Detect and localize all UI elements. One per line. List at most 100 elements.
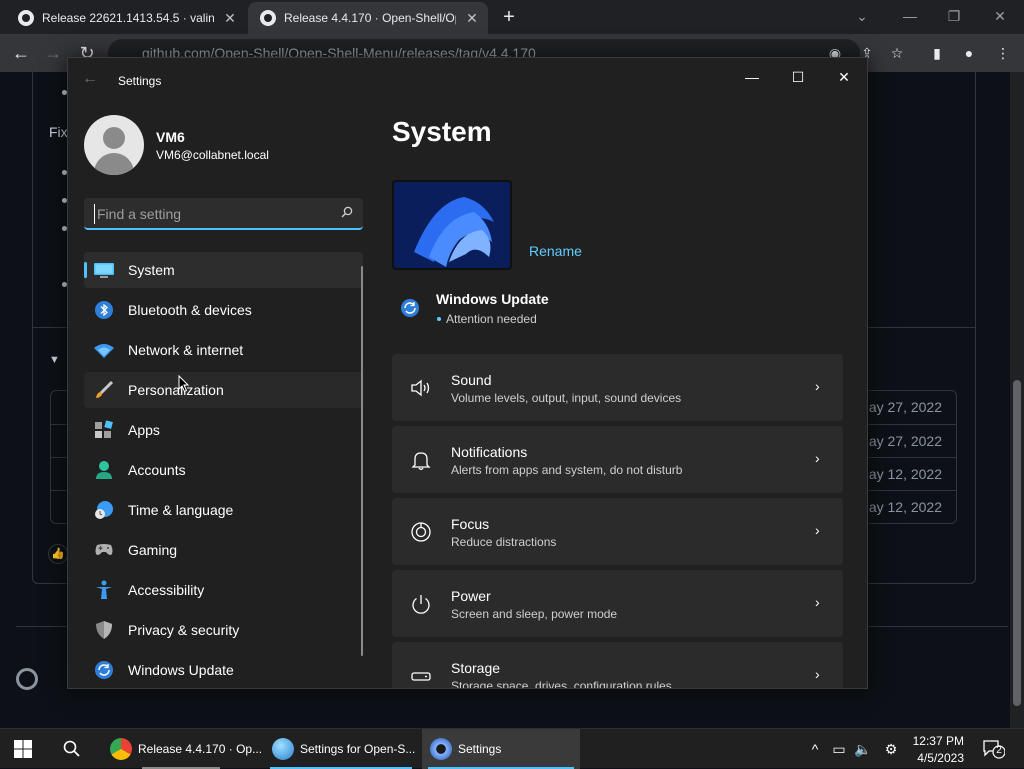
network-icon[interactable]: ▭ (830, 739, 848, 759)
gear-icon[interactable]: ⚙ (882, 739, 900, 759)
nav-label: Apps (128, 422, 160, 438)
taskbar: Release 4.4.170 · Op... Settings for Ope… (0, 728, 1024, 769)
sound-card[interactable]: Sound Volume levels, output, input, soun… (392, 354, 843, 421)
gamepad-icon (95, 544, 113, 555)
taskbar-item-chrome[interactable]: Release 4.4.170 · Op... (102, 729, 263, 769)
nav-label: Privacy & security (128, 622, 240, 638)
github-icon (18, 10, 34, 26)
bluetooth-icon (95, 301, 113, 319)
asset-date: May 12, 2022 (857, 466, 942, 482)
avatar[interactable] (84, 115, 144, 175)
taskbar-item-open-shell-settings[interactable]: Settings for Open-S... (264, 729, 418, 769)
notification-center-button[interactable]: 2 (983, 739, 1006, 759)
storage-icon (411, 672, 431, 681)
profile-icon[interactable]: ● (958, 42, 980, 64)
minimize-button[interactable]: — (729, 60, 775, 94)
minimize-button[interactable]: — (896, 4, 924, 28)
nav-label: Accessibility (128, 582, 205, 598)
open-shell-icon (272, 738, 294, 760)
update-icon (95, 661, 113, 679)
github-icon (260, 10, 276, 26)
power-icon (412, 595, 430, 614)
chevron-right-icon: › (815, 666, 820, 682)
search-icon[interactable] (62, 739, 82, 759)
restore-button[interactable]: ❐ (940, 4, 968, 28)
close-button[interactable]: ✕ (821, 60, 867, 94)
back-arrow-icon[interactable]: ← (82, 70, 98, 88)
page-scrollbar[interactable] (1010, 72, 1024, 728)
browser-tab-open-shell[interactable]: Release 4.4.170 · Open-Shell/Op ✕ (248, 2, 488, 34)
card-title: Power (451, 588, 491, 604)
search-icon (341, 206, 353, 218)
nav-scrollbar[interactable] (361, 266, 363, 656)
back-button[interactable]: ← (8, 40, 34, 66)
notifications-card[interactable]: Notifications Alerts from apps and syste… (392, 426, 843, 493)
close-tab-icon[interactable]: ✕ (464, 10, 480, 26)
focus-card[interactable]: Focus Reduce distractions › (392, 498, 843, 565)
mouse-cursor-icon (178, 375, 190, 393)
clock-date[interactable]: 4/5/2023 (912, 751, 964, 765)
card-subtitle: Storage space, drives, configuration rul… (451, 679, 672, 689)
show-hidden-icons-chevron-icon[interactable]: ^ (806, 739, 824, 759)
windows-update-title[interactable]: Windows Update (436, 291, 549, 307)
nav-item-bluetooth[interactable]: Bluetooth & devices (84, 292, 363, 328)
nav-label: Bluetooth & devices (128, 302, 252, 318)
assets-toggle-icon[interactable]: ▼ (49, 354, 60, 366)
selection-indicator (84, 262, 87, 278)
close-tab-icon[interactable]: ✕ (222, 10, 238, 26)
power-card[interactable]: Power Screen and sleep, power mode › (392, 570, 843, 637)
nav-item-system[interactable]: System (84, 252, 363, 288)
nav-label: Personalization (128, 382, 224, 398)
storage-card[interactable]: Storage Storage space, drives, configura… (392, 642, 843, 689)
windows-start-icon[interactable] (14, 740, 32, 758)
tab-title: Release 22621.1413.54.5 · valinet (42, 11, 214, 25)
close-browser-button[interactable]: ✕ (986, 4, 1014, 28)
taskbar-label: Settings for Open-S... (300, 742, 416, 756)
settings-search[interactable] (84, 198, 363, 230)
card-title: Notifications (451, 444, 528, 460)
nav-item-apps[interactable]: Apps (84, 412, 363, 448)
rename-link[interactable]: Rename (529, 243, 582, 259)
desktop-wallpaper-preview[interactable] (392, 180, 512, 270)
taskbar-item-settings[interactable]: Settings (422, 729, 580, 769)
nav-item-time-language[interactable]: Time & language (84, 492, 363, 528)
shield-icon (96, 621, 112, 639)
side-panel-icon[interactable]: ▮ (926, 42, 948, 64)
nav-item-gaming[interactable]: Gaming (84, 532, 363, 568)
nav-item-accessibility[interactable]: Accessibility (84, 572, 363, 608)
brush-icon (96, 380, 114, 398)
chrome-icon (110, 738, 132, 760)
card-subtitle: Reduce distractions (451, 535, 557, 549)
new-tab-button[interactable]: + (498, 6, 520, 28)
chevron-right-icon: › (815, 450, 820, 466)
maximize-button[interactable]: ☐ (775, 60, 821, 94)
reaction-icon[interactable]: 👍 (48, 544, 68, 564)
settings-titlebar: ← Settings — ☐ ✕ (68, 58, 867, 104)
clock-time[interactable]: 12:37 PM (912, 734, 964, 748)
accessibility-icon (96, 580, 112, 599)
globe-clock-icon (95, 501, 113, 519)
volume-icon[interactable]: 🔈 (854, 739, 872, 759)
nav-label: Gaming (128, 542, 178, 558)
taskbar-label: Settings (458, 742, 502, 756)
card-title: Sound (451, 372, 492, 388)
window-title: Settings (118, 74, 162, 88)
speaker-icon (411, 379, 430, 397)
nav-item-privacy[interactable]: Privacy & security (84, 612, 363, 648)
nav-item-windows-update[interactable]: Windows Update (84, 652, 363, 688)
nav-item-personalization[interactable]: Personalization (84, 372, 363, 408)
search-input[interactable] (94, 204, 324, 224)
bookmark-star-icon[interactable]: ☆ (886, 42, 908, 64)
bell-icon (411, 452, 431, 471)
nav-label: System (128, 262, 175, 278)
taskbar-label: Release 4.4.170 · Op... (138, 742, 263, 756)
tab-title: Release 4.4.170 · Open-Shell/Op (284, 11, 456, 25)
browser-tab-valinet[interactable]: Release 22621.1413.54.5 · valinet ✕ (6, 2, 246, 34)
menu-kebab-icon[interactable]: ⋮ (992, 42, 1014, 64)
asset-date: May 27, 2022 (857, 433, 942, 449)
nav-item-network[interactable]: Network & internet (84, 332, 363, 368)
scrollbar-thumb[interactable] (1013, 380, 1021, 706)
tab-search-icon[interactable]: ⌄ (848, 4, 876, 28)
nav-item-accounts[interactable]: Accounts (84, 452, 363, 488)
nav-label: Accounts (128, 462, 186, 478)
